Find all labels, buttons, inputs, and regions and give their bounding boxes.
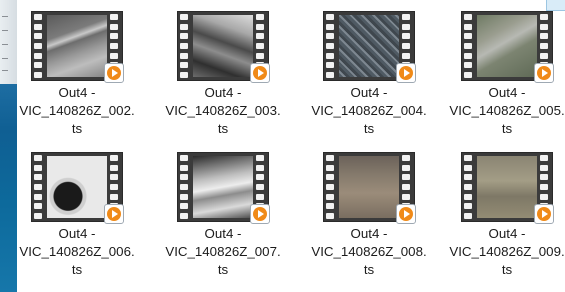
video-thumbnail (461, 11, 554, 83)
video-thumbnail (31, 11, 124, 83)
video-thumbnail (177, 152, 270, 224)
file-item[interactable]: Out4 - VIC_140826Z_005. ts (447, 0, 565, 140)
play-badge-icon (250, 204, 270, 224)
play-badge-icon (534, 63, 554, 83)
play-badge-icon (396, 204, 416, 224)
video-thumbnail (323, 152, 416, 224)
play-badge-icon (534, 204, 554, 224)
file-grid: Out4 - VIC_140826Z_002. ts Out4 - VIC_14… (17, 0, 565, 292)
file-item[interactable]: Out4 - VIC_140826Z_008. ts (309, 141, 429, 281)
play-badge-icon (396, 63, 416, 83)
file-item[interactable]: Out4 - VIC_140826Z_006. ts (17, 141, 137, 281)
play-badge-icon (104, 204, 124, 224)
file-item[interactable]: Out4 - VIC_140826Z_004. ts (309, 0, 429, 140)
file-item[interactable]: Out4 - VIC_140826Z_009. ts (447, 141, 565, 281)
file-name: Out4 - VIC_140826Z_006. ts (19, 226, 135, 277)
video-thumbnail (177, 11, 270, 83)
file-name: Out4 - VIC_140826Z_005. ts (449, 85, 565, 136)
file-name: Out4 - VIC_140826Z_007. ts (165, 226, 281, 277)
video-thumbnail (461, 152, 554, 224)
file-item[interactable]: Out4 - VIC_140826Z_003. ts (163, 0, 283, 140)
file-name: Out4 - VIC_140826Z_003. ts (165, 85, 281, 136)
video-thumbnail (31, 152, 124, 224)
file-item[interactable]: Out4 - VIC_140826Z_007. ts (163, 141, 283, 281)
play-badge-icon (250, 63, 270, 83)
play-badge-icon (104, 63, 124, 83)
file-name: Out4 - VIC_140826Z_009. ts (449, 226, 565, 277)
file-name: Out4 - VIC_140826Z_002. ts (19, 85, 135, 136)
file-name: Out4 - VIC_140826Z_004. ts (311, 85, 427, 136)
video-thumbnail (323, 11, 416, 83)
file-name: Out4 - VIC_140826Z_008. ts (311, 226, 427, 277)
desktop-background-strip (0, 0, 17, 292)
file-item[interactable]: Out4 - VIC_140826Z_002. ts (17, 0, 137, 140)
